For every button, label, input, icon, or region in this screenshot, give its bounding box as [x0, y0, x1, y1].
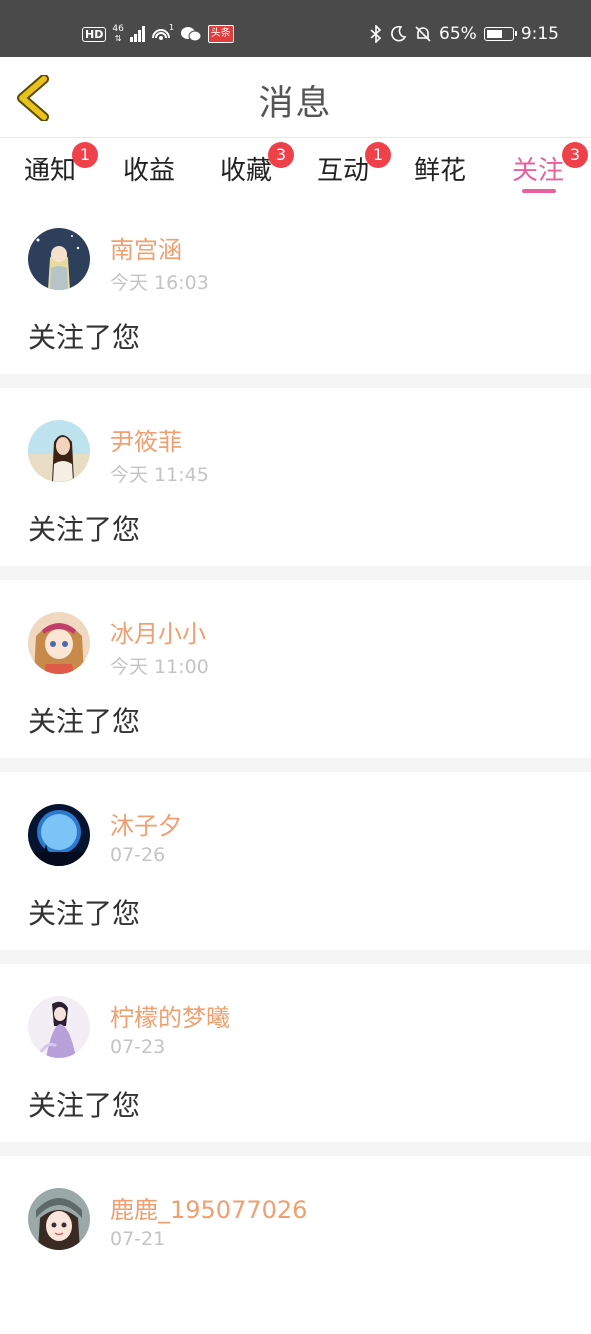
page-title: 消息 [258, 84, 333, 124]
divider [0, 1142, 591, 1156]
network-type-icon: 46 ⇅ [112, 24, 124, 44]
list-item[interactable]: 尹筱菲 今天 11:45 关注了您 [0, 388, 591, 566]
battery-icon [483, 27, 517, 41]
tab-flowers[interactable]: 鲜花 [414, 150, 466, 196]
tab-bar: 通知 1 收益 收藏 3 互动 1 鲜花 关注 3 [0, 138, 591, 196]
active-tab-indicator [522, 189, 556, 193]
battery-percent: 65% [439, 24, 477, 44]
divider [0, 758, 591, 772]
network-type-label: 46 [112, 24, 124, 34]
message-text: 关注了您 [28, 897, 141, 930]
timestamp: 今天 11:00 [110, 656, 209, 678]
hotspot-icon: 1 [151, 24, 174, 40]
signal-icon [129, 26, 145, 42]
list-item[interactable]: 沐子夕 07-26 关注了您 [0, 772, 591, 950]
tab-label: 关注 [512, 156, 565, 186]
timestamp: 今天 11:45 [110, 464, 209, 486]
message-text: 关注了您 [28, 1089, 141, 1122]
tab-label: 收藏 [220, 156, 273, 186]
follow-list: 南宫涵 今天 16:03 关注了您 尹筱菲 今天 11:45 关注了您 冰月小小… [0, 196, 591, 1334]
timestamp: 07-21 [110, 1228, 166, 1250]
timestamp: 07-23 [110, 1036, 166, 1058]
list-item[interactable]: 冰月小小 今天 11:00 关注了您 [0, 580, 591, 758]
username[interactable]: 冰月小小 [110, 614, 206, 649]
message-text: 关注了您 [28, 705, 141, 738]
username[interactable]: 柠檬的梦曦 [110, 998, 230, 1033]
list-item[interactable]: 南宫涵 今天 16:03 关注了您 [0, 196, 591, 374]
header-bar: 消息 [0, 57, 591, 138]
timestamp: 今天 16:03 [110, 272, 209, 294]
clock: 9:15 [520, 24, 559, 44]
unread-badge: 3 [562, 142, 589, 168]
bluetooth-icon [370, 25, 382, 43]
unread-badge: 1 [72, 142, 99, 168]
username[interactable]: 南宫涵 [110, 230, 182, 265]
status-right-icons: 65% 9:15 [370, 20, 559, 48]
avatar[interactable] [28, 420, 90, 482]
list-item[interactable]: 柠檬的梦曦 07-23 关注了您 [0, 964, 591, 1142]
status-bar: HD 46 ⇅ 1 头条 65% 9:15 [0, 0, 591, 57]
tab-label: 互动 [317, 156, 370, 186]
message-text: 关注了您 [28, 321, 141, 354]
avatar[interactable] [28, 804, 90, 866]
mute-bell-icon [415, 26, 431, 42]
username[interactable]: 尹筱菲 [110, 422, 182, 457]
tab-favorites[interactable]: 收藏 3 [220, 142, 295, 196]
avatar[interactable] [28, 996, 90, 1058]
avatar[interactable] [28, 612, 90, 674]
unread-badge: 1 [365, 142, 392, 168]
divider [0, 374, 591, 388]
svg-text:1: 1 [169, 24, 174, 32]
tab-earnings[interactable]: 收益 [123, 150, 175, 196]
username[interactable]: 沐子夕 [110, 806, 182, 841]
unread-badge: 3 [268, 142, 295, 168]
toutiao-icon: 头条 [207, 25, 234, 43]
username[interactable]: 鹿鹿_195077026 [110, 1190, 307, 1225]
hd-icon: HD [82, 26, 107, 42]
tab-notifications[interactable]: 通知 1 [24, 142, 99, 196]
divider [0, 566, 591, 580]
avatar[interactable] [28, 1188, 90, 1250]
message-text: 关注了您 [28, 513, 141, 546]
wechat-icon [180, 27, 202, 42]
tab-label: 收益 [123, 156, 176, 186]
tab-label: 鲜花 [414, 156, 467, 186]
status-left-icons: HD 46 ⇅ 1 头条 [82, 20, 234, 48]
avatar[interactable] [28, 228, 90, 290]
list-item[interactable]: 鹿鹿_195077026 07-21 [0, 1156, 591, 1334]
tab-label: 通知 [24, 156, 77, 186]
tab-interactions[interactable]: 互动 1 [317, 142, 392, 196]
timestamp: 07-26 [110, 844, 166, 866]
moon-icon [391, 25, 407, 42]
divider [0, 950, 591, 964]
battery-fill [486, 30, 502, 38]
